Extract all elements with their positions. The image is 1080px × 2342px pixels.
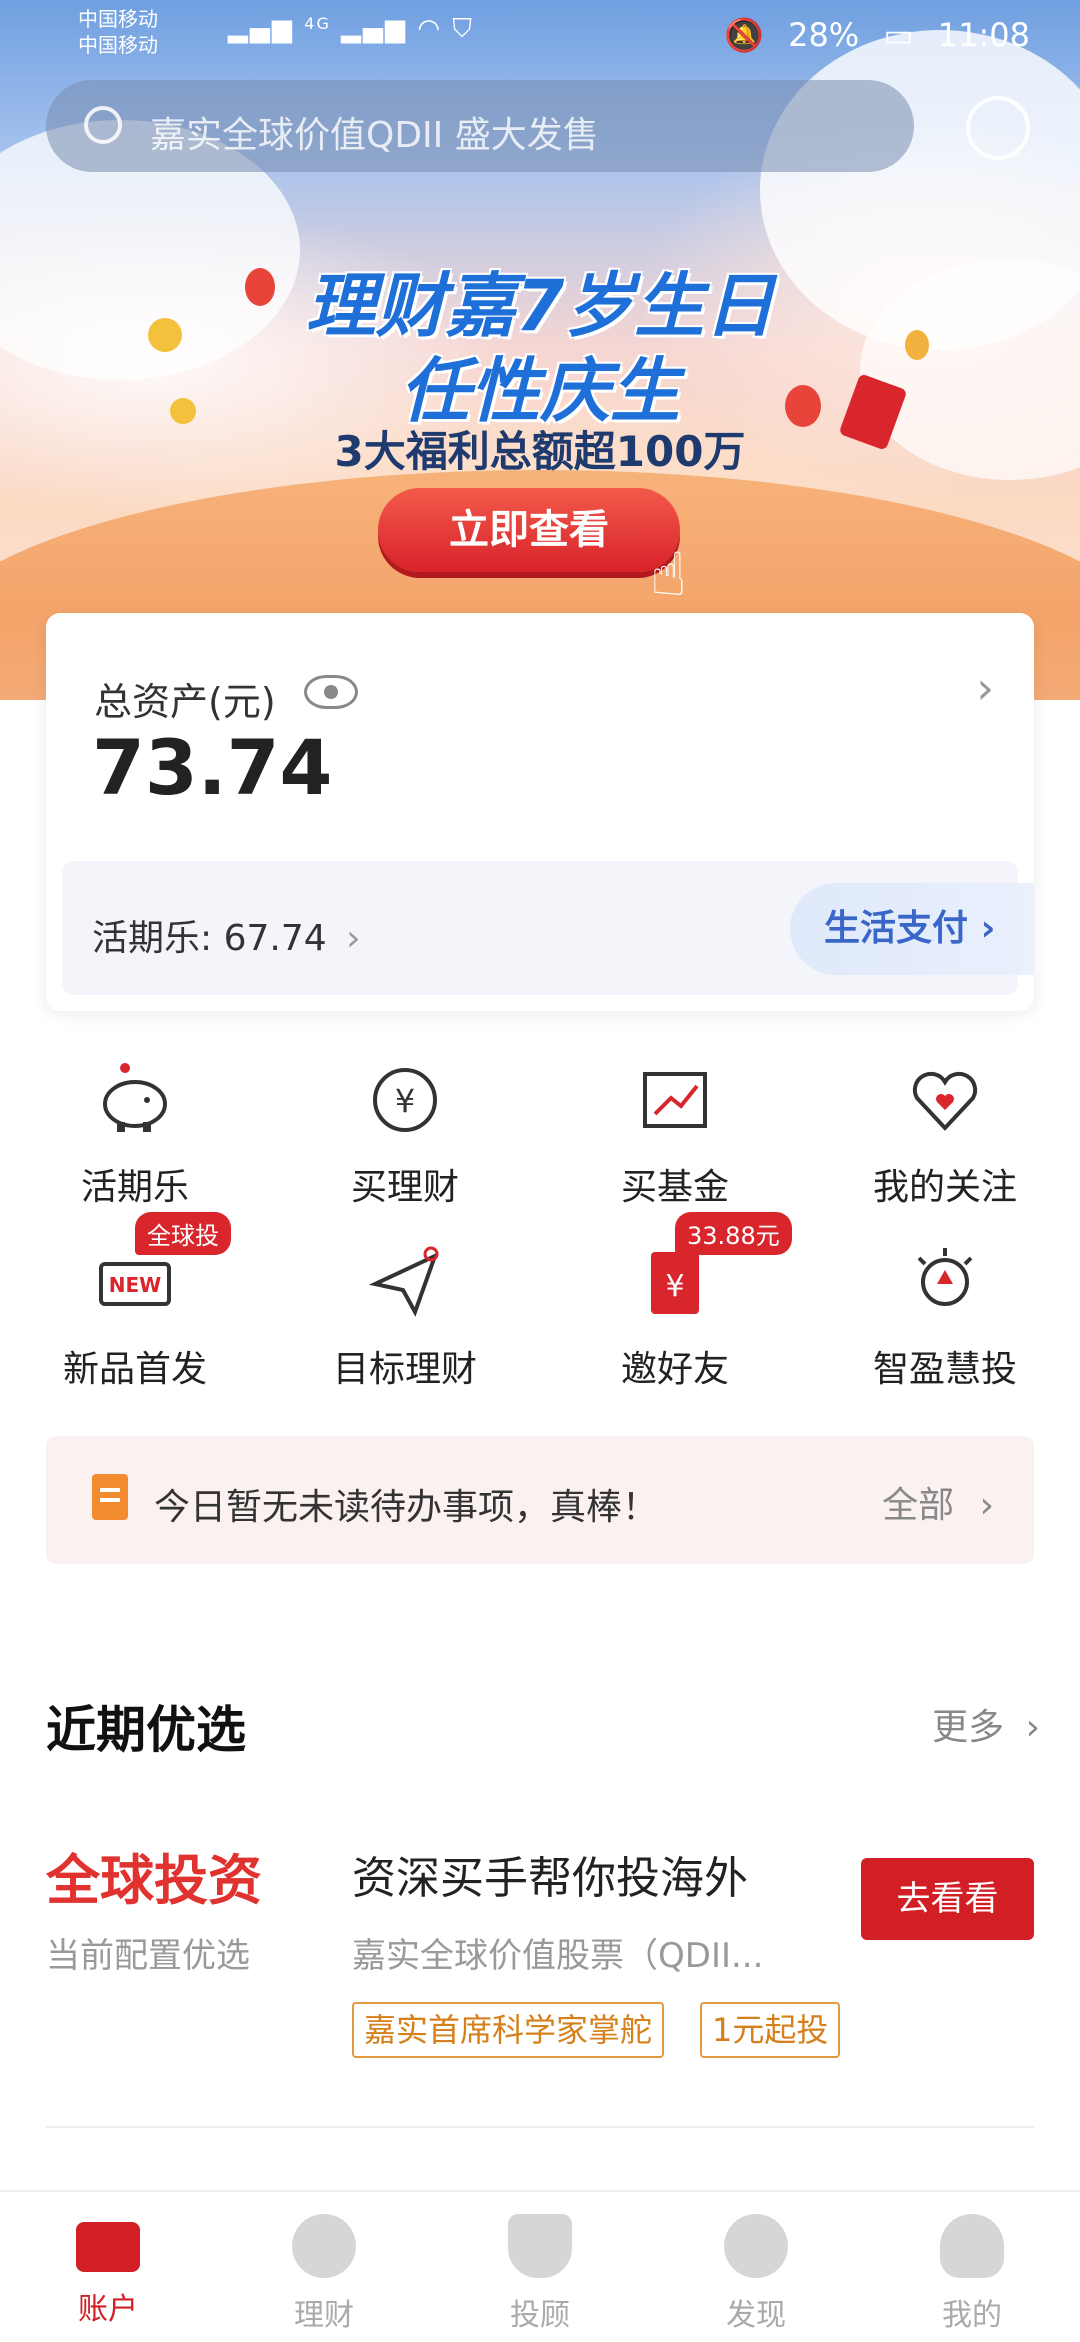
banner-subtitle: 3大福利总额超100万 <box>334 427 746 476</box>
diamond-icon <box>292 2214 356 2278</box>
pick-tag-sub: 当前配置优选 <box>46 1936 250 1976</box>
status-bar: 中国移动 中国移动 ▂▄▆ 4G ▂▄▆ ◠ ⛉ 🔕 28% ▭ 11:08 <box>0 0 1080 70</box>
carrier-2: 中国移动 <box>78 33 158 57</box>
grid-item-huoqile[interactable]: 活期乐 <box>0 1060 270 1210</box>
paper-plane-icon <box>365 1242 445 1322</box>
total-assets-value: 73.74 <box>92 723 333 812</box>
lightbulb-icon <box>905 1242 985 1322</box>
yuan-coin-icon: ¥ <box>365 1060 445 1140</box>
search-bar[interactable]: 嘉实全球价值QDII 盛大发售 <box>46 80 914 172</box>
asset-sub-row: 活期乐: 67.74 › 生活支付 › <box>62 861 1034 995</box>
document-icon <box>92 1474 128 1520</box>
search-placeholder: 嘉实全球价值QDII 盛大发售 <box>150 115 599 156</box>
more-link[interactable]: 更多 › <box>932 1698 1040 1750</box>
compass-icon <box>724 2214 788 2278</box>
svg-text:¥: ¥ <box>395 1082 415 1120</box>
clock: 11:08 <box>937 16 1030 54</box>
asset-card[interactable]: 总资产(元) › 73.74 活期乐: 67.74 › 生活支付 › <box>46 613 1034 1011</box>
carrier-1: 中国移动 <box>78 7 158 31</box>
go-see-button[interactable]: 去看看 <box>861 1858 1034 1940</box>
grid-item-my-follow[interactable]: 我的关注 <box>810 1060 1080 1210</box>
grid-item-target-wealth[interactable]: 目标理财 <box>270 1242 540 1392</box>
svg-text:NEW: NEW <box>109 1273 161 1297</box>
carrier-info: 中国移动 中国移动 <box>78 6 158 58</box>
grid-item-invite-friends[interactable]: ¥ 33.88元 邀好友 <box>540 1212 810 1392</box>
badge-reward: 33.88元 <box>675 1212 792 1255</box>
tab-label: 投顾 <box>510 2298 570 2333</box>
user-icon <box>940 2214 1004 2278</box>
hero-banner[interactable]: 中国移动 中国移动 ▂▄▆ 4G ▂▄▆ ◠ ⛉ 🔕 28% ▭ 11:08 嘉… <box>0 0 1080 700</box>
todo-text: 今日暂无未读待办事项，真棒！ <box>154 1487 659 1528</box>
eye-icon[interactable] <box>304 675 358 709</box>
chevron-right-icon: › <box>1025 1707 1040 1748</box>
status-right: 🔕 28% ▭ 11:08 <box>710 16 1030 54</box>
chevron-right-icon[interactable]: › <box>976 663 994 714</box>
network-type: 4G <box>304 14 331 33</box>
shield-icon: ⛉ <box>452 14 474 44</box>
divider <box>46 2126 1034 2128</box>
tab-label: 我的 <box>942 2298 1002 2333</box>
battery-percent: 28% <box>788 16 860 54</box>
grid-label: 新品首发 <box>62 1349 207 1390</box>
total-assets-label: 总资产(元) <box>94 680 276 724</box>
grid-label: 我的关注 <box>872 1167 1017 1208</box>
pick-tag: 全球投资 <box>46 1849 262 1912</box>
life-pay-label: 生活支付 <box>824 908 969 949</box>
chevron-right-icon: › <box>980 908 996 949</box>
tab-label: 发现 <box>726 2298 786 2333</box>
battery-icon: ▭ <box>883 16 914 54</box>
heart-icon <box>905 1060 985 1140</box>
life-pay-button[interactable]: 生活支付 › <box>790 883 1034 975</box>
product-subtitle: 嘉实全球价值股票（QDII... <box>352 1936 764 1976</box>
tab-discover[interactable]: 发现 <box>648 2214 864 2334</box>
product-chip: 1元起投 <box>700 2002 841 2058</box>
signal-icon: ▂▄▆ <box>341 14 408 44</box>
svg-text:¥: ¥ <box>665 1269 684 1304</box>
product-chip: 嘉实首席科学家掌舵 <box>352 2002 665 2058</box>
product-title[interactable]: 资深买手帮你投海外 <box>352 1842 748 1906</box>
grid-item-new-launch[interactable]: NEW 全球投 新品首发 <box>0 1212 270 1392</box>
pointing-hand-icon: ☝ <box>650 540 687 610</box>
section-title: 近期优选 <box>46 1701 246 1759</box>
grid-item-buy-fund[interactable]: 买基金 <box>540 1060 810 1210</box>
wallet-icon <box>76 2222 140 2272</box>
banner-cta-button[interactable]: 立即查看 <box>378 488 680 572</box>
grid-item-smart-invest[interactable]: 智盈慧投 <box>810 1242 1080 1392</box>
huoqile-balance[interactable]: 活期乐: 67.74 › <box>92 909 361 961</box>
todo-bar[interactable]: 今日暂无未读待办事项，真棒！ 全部 › <box>46 1436 1034 1564</box>
mute-bell-icon: 🔕 <box>724 16 764 54</box>
chevron-right-icon: › <box>346 918 361 959</box>
grid-label: 目标理财 <box>332 1349 477 1390</box>
signal-icon: ▂▄▆ <box>228 14 294 44</box>
todo-all-label: 全部 <box>882 1485 955 1526</box>
huoqile-label: 活期乐: 67.74 <box>92 918 327 959</box>
grid-label: 买基金 <box>620 1167 729 1208</box>
tab-mine[interactable]: 我的 <box>864 2214 1080 2334</box>
signal-icons: ▂▄▆ 4G ▂▄▆ ◠ ⛉ <box>228 14 474 45</box>
message-icon[interactable] <box>966 96 1030 160</box>
bottom-tab-bar: 账户 理财 投顾 发现 我的 <box>0 2190 1080 2342</box>
more-label: 更多 <box>932 1707 1005 1748</box>
tab-label: 理财 <box>294 2298 354 2333</box>
tab-advisor[interactable]: 投顾 <box>432 2214 648 2334</box>
wifi-icon: ◠ <box>417 14 443 44</box>
search-icon <box>84 106 122 144</box>
tab-wealth[interactable]: 理财 <box>216 2214 432 2334</box>
grid-label: 邀好友 <box>620 1349 729 1390</box>
grid-label: 活期乐 <box>80 1167 189 1208</box>
todo-all-link[interactable]: 全部 › <box>882 1476 994 1528</box>
grid-label: 智盈慧投 <box>872 1349 1017 1390</box>
grid-label: 买理财 <box>350 1167 459 1208</box>
trend-chart-icon <box>635 1060 715 1140</box>
tab-label: 账户 <box>78 2292 138 2327</box>
piggy-bank-icon <box>95 1060 175 1140</box>
badge-global: 全球投 <box>135 1212 231 1255</box>
tab-account[interactable]: 账户 <box>0 2214 216 2328</box>
advisor-icon <box>508 2214 572 2278</box>
chevron-right-icon: › <box>979 1485 994 1526</box>
grid-item-buy-wealth[interactable]: ¥ 买理财 <box>270 1060 540 1210</box>
